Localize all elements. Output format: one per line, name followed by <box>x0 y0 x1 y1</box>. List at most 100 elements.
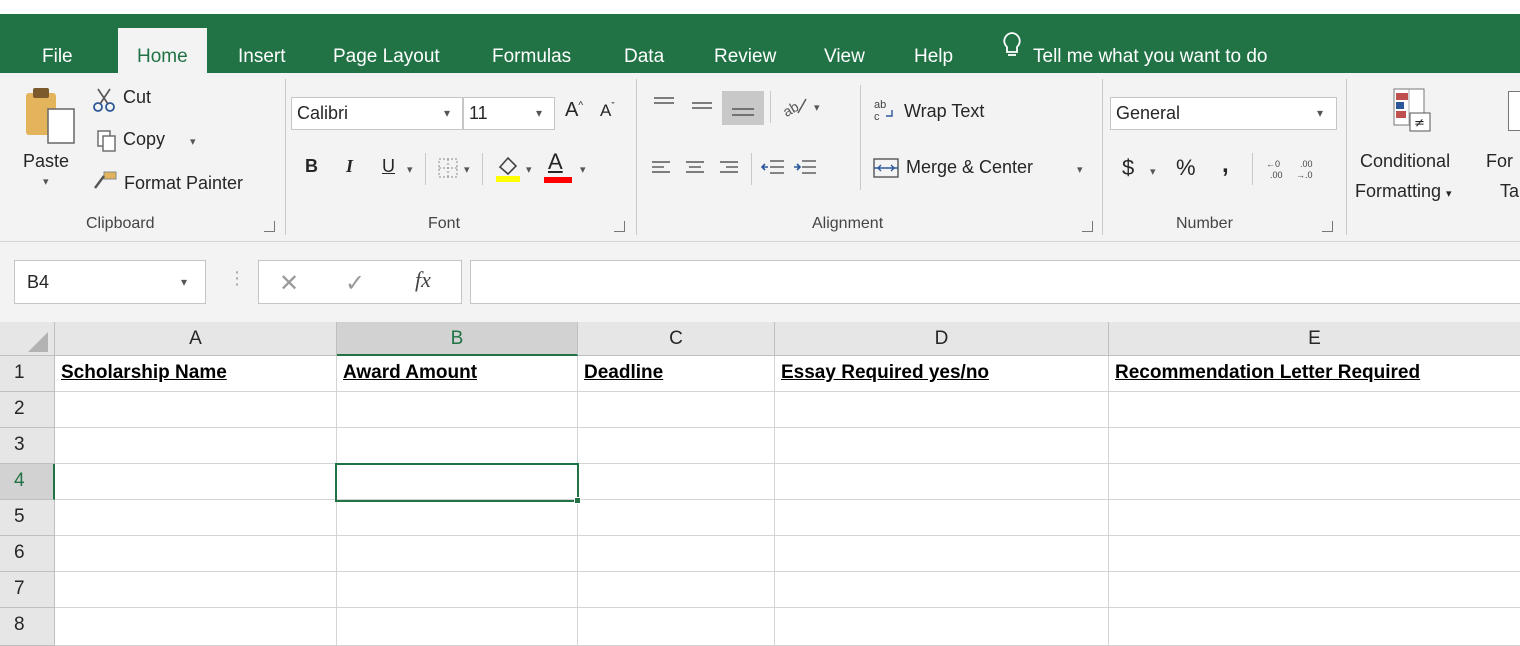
conditional-formatting-label[interactable]: Conditional <box>1360 151 1450 172</box>
cancel-icon[interactable]: ✕ <box>279 269 299 298</box>
cell-c3[interactable] <box>578 428 775 464</box>
merge-center-dropdown-icon[interactable]: ▾ <box>1077 163 1083 176</box>
bold-button[interactable]: B <box>305 156 318 177</box>
orientation-dropdown-icon[interactable]: ▾ <box>814 101 820 114</box>
insert-function-button[interactable]: fx <box>415 267 431 293</box>
row-header-4[interactable]: 4 <box>0 464 55 500</box>
cell-e3[interactable] <box>1109 428 1520 464</box>
increase-indent-icon[interactable] <box>792 157 818 184</box>
chevron-down-icon[interactable]: ▾ <box>444 98 450 129</box>
align-left-icon[interactable] <box>650 159 672 182</box>
cell-b3[interactable] <box>337 428 578 464</box>
conditional-formatting-label-2[interactable]: Formatting ▾ <box>1355 181 1452 202</box>
cell-a4[interactable] <box>55 464 337 500</box>
font-color-dropdown-icon[interactable]: ▾ <box>580 163 586 176</box>
cell-b7[interactable] <box>337 572 578 608</box>
borders-icon[interactable] <box>437 157 459 184</box>
tab-view[interactable]: View <box>824 28 865 73</box>
column-header-d[interactable]: D <box>775 322 1109 356</box>
name-box[interactable]: B4 ▾ <box>14 260 206 304</box>
orientation-icon[interactable]: ab <box>780 93 810 124</box>
clipboard-launcher-icon[interactable] <box>264 221 275 232</box>
borders-dropdown-icon[interactable]: ▾ <box>464 163 470 176</box>
row-header-5[interactable]: 5 <box>0 500 55 536</box>
grow-font-button[interactable]: A^ <box>565 99 583 122</box>
row-header-6[interactable]: 6 <box>0 536 55 572</box>
cell-d2[interactable] <box>775 392 1109 428</box>
cell-b2[interactable] <box>337 392 578 428</box>
cell-e4[interactable] <box>1109 464 1520 500</box>
align-right-icon[interactable] <box>718 159 740 182</box>
alignment-launcher-icon[interactable] <box>1082 221 1093 232</box>
cell-e7[interactable] <box>1109 572 1520 608</box>
active-cell-b4[interactable] <box>335 463 579 502</box>
format-as-table-label[interactable]: For <box>1486 151 1513 172</box>
cell-e1[interactable]: Recommendation Letter Required <box>1109 356 1520 392</box>
cell-b6[interactable] <box>337 536 578 572</box>
cell-d7[interactable] <box>775 572 1109 608</box>
currency-button[interactable]: $ <box>1122 155 1134 181</box>
cell-b5[interactable] <box>337 500 578 536</box>
merge-center-button[interactable]: Merge & Center <box>906 157 1033 178</box>
cell-a1[interactable]: Scholarship Name <box>55 356 337 392</box>
align-top-icon[interactable] <box>652 95 676 120</box>
tab-formulas[interactable]: Formulas <box>492 28 571 73</box>
copy-button[interactable]: Copy <box>123 129 165 150</box>
cell-e5[interactable] <box>1109 500 1520 536</box>
paste-icon[interactable] <box>22 85 78 154</box>
number-launcher-icon[interactable] <box>1322 221 1333 232</box>
tab-home[interactable]: Home <box>118 28 207 73</box>
tab-insert[interactable]: Insert <box>238 28 286 73</box>
cell-e8[interactable] <box>1109 608 1520 646</box>
format-painter-button[interactable]: Format Painter <box>124 173 243 194</box>
tab-review[interactable]: Review <box>714 28 776 73</box>
column-header-e[interactable]: E <box>1109 322 1520 356</box>
chevron-down-icon[interactable]: ▾ <box>1317 98 1323 129</box>
cell-c4[interactable] <box>578 464 775 500</box>
cell-b1[interactable]: Award Amount <box>337 356 578 392</box>
cell-e6[interactable] <box>1109 536 1520 572</box>
italic-button[interactable]: I <box>346 156 353 177</box>
cell-a5[interactable] <box>55 500 337 536</box>
decrease-decimal-icon[interactable]: .00 →.0 <box>1294 157 1318 186</box>
paste-dropdown-icon[interactable]: ▾ <box>43 175 49 188</box>
cell-d8[interactable] <box>775 608 1109 646</box>
row-header-7[interactable]: 7 <box>0 572 55 608</box>
comma-style-button[interactable]: , <box>1222 151 1229 179</box>
formula-bar-grip-icon[interactable]: ⋮ <box>228 268 246 289</box>
align-middle-icon[interactable] <box>690 97 714 122</box>
cell-b8[interactable] <box>337 608 578 646</box>
row-header-8[interactable]: 8 <box>0 608 55 646</box>
chevron-down-icon[interactable]: ▾ <box>536 98 542 129</box>
row-header-3[interactable]: 3 <box>0 428 55 464</box>
shrink-font-button[interactable]: Aˇ <box>600 101 615 121</box>
copy-dropdown-icon[interactable]: ▾ <box>190 135 196 148</box>
percent-button[interactable]: % <box>1176 155 1196 181</box>
tab-help[interactable]: Help <box>914 28 953 73</box>
lightbulb-icon[interactable] <box>1000 30 1024 65</box>
cell-a7[interactable] <box>55 572 337 608</box>
decrease-indent-icon[interactable] <box>760 157 786 184</box>
format-as-table-label-2[interactable]: Ta <box>1500 181 1519 202</box>
cell-d1[interactable]: Essay Required yes/no <box>775 356 1109 392</box>
cell-d3[interactable] <box>775 428 1109 464</box>
tab-file[interactable]: File <box>42 28 73 73</box>
column-header-b[interactable]: B <box>337 322 578 356</box>
column-header-a[interactable]: A <box>55 322 337 356</box>
cell-a8[interactable] <box>55 608 337 646</box>
chevron-down-icon[interactable]: ▾ <box>181 261 187 303</box>
align-bottom-button[interactable] <box>722 91 764 125</box>
cell-c8[interactable] <box>578 608 775 646</box>
row-header-1[interactable]: 1 <box>0 356 55 392</box>
column-header-c[interactable]: C <box>578 322 775 356</box>
wrap-text-button[interactable]: Wrap Text <box>904 101 984 122</box>
number-format-combo[interactable]: General ▾ <box>1110 97 1337 130</box>
fill-color-icon[interactable] <box>494 153 522 188</box>
cell-a2[interactable] <box>55 392 337 428</box>
tab-data[interactable]: Data <box>624 28 664 73</box>
cut-button[interactable]: Cut <box>123 87 151 108</box>
cell-c7[interactable] <box>578 572 775 608</box>
cell-c6[interactable] <box>578 536 775 572</box>
cell-c5[interactable] <box>578 500 775 536</box>
font-name-combo[interactable]: Calibri ▾ <box>291 97 463 130</box>
